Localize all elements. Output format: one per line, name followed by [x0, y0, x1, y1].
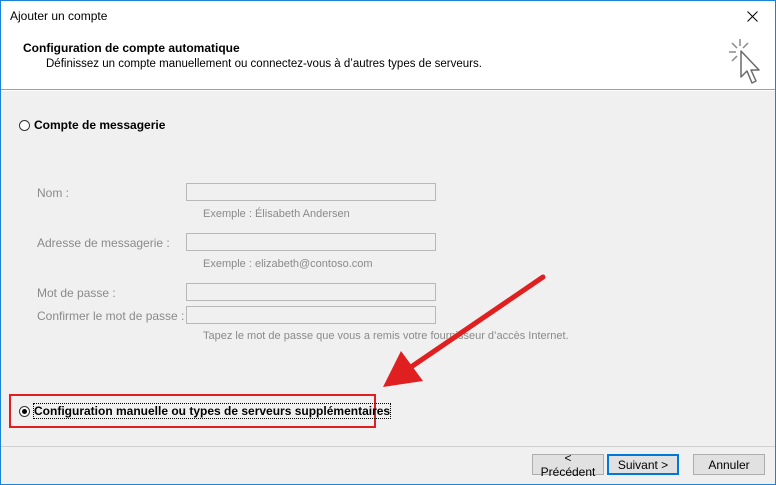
manual-config-option[interactable]: Configuration manuelle ou types de serve…: [19, 403, 392, 419]
email-input[interactable]: [186, 233, 436, 251]
window-title: Ajouter un compte: [10, 9, 108, 23]
close-icon: [746, 10, 758, 22]
email-hint: Exemple : elizabeth@contoso.com: [203, 258, 373, 270]
cancel-button[interactable]: Annuler: [693, 454, 765, 475]
title-bar: Ajouter un compte: [1, 1, 775, 31]
manual-config-radio[interactable]: [19, 405, 30, 417]
email-account-label: Compte de messagerie: [34, 118, 166, 132]
wizard-header: Configuration de compte automatique Défi…: [1, 31, 775, 89]
password-label: Mot de passe :: [37, 286, 116, 300]
name-input[interactable]: [186, 183, 436, 201]
annotation-arrow: [383, 274, 546, 387]
manual-config-label: Configuration manuelle ou types de serve…: [32, 403, 392, 419]
magic-cursor-icon: [729, 39, 760, 84]
email-account-option[interactable]: Compte de messagerie: [19, 118, 165, 132]
next-button[interactable]: Suivant >: [607, 454, 679, 475]
add-account-dialog: Ajouter un compte Configuration de compt…: [0, 0, 776, 485]
email-account-radio[interactable]: [19, 119, 30, 131]
name-label: Nom :: [37, 186, 70, 200]
back-button[interactable]: < Précédent: [532, 451, 604, 479]
name-hint: Exemple : Élisabeth Andersen: [203, 208, 350, 220]
header-title: Configuration de compte automatique: [23, 41, 240, 55]
confirm-password-label: Confirmer le mot de passe :: [37, 309, 185, 323]
footer-separator: [1, 446, 775, 447]
email-label: Adresse de messagerie :: [37, 236, 170, 250]
close-button[interactable]: [729, 1, 775, 31]
header-subtitle: Définissez un compte manuellement ou con…: [46, 58, 482, 70]
